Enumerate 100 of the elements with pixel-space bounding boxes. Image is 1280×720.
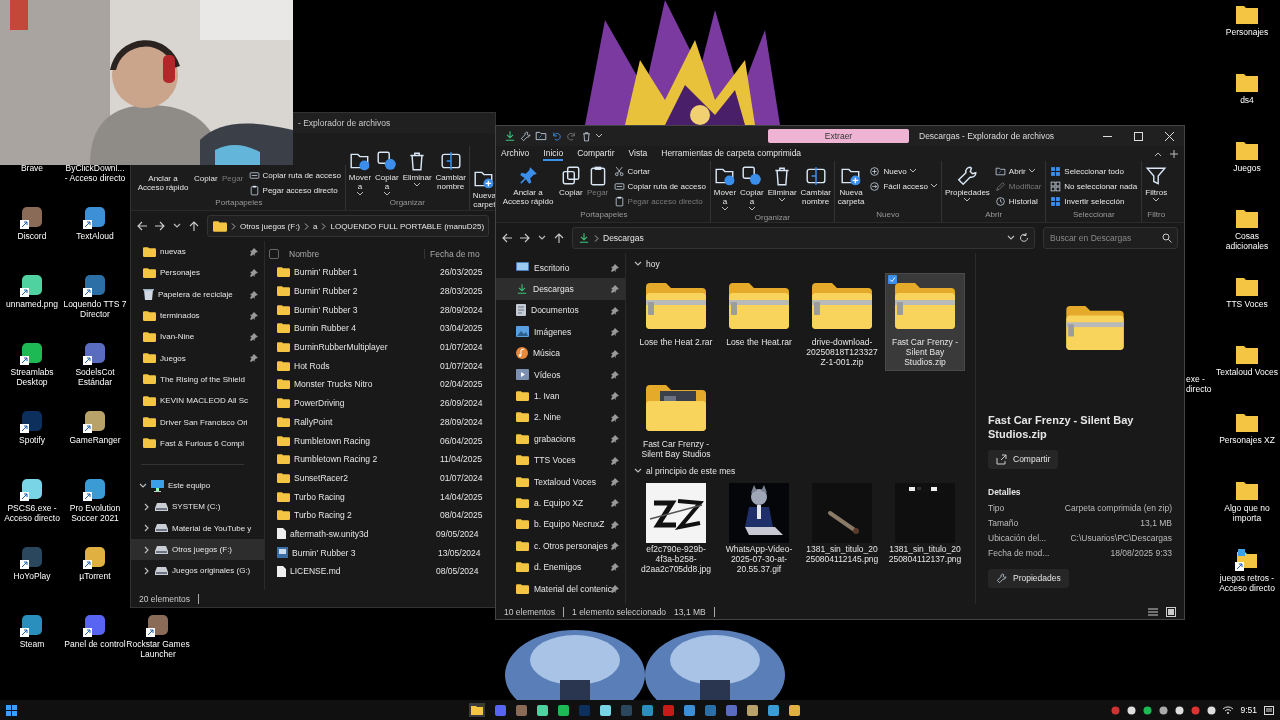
nav-item[interactable]: Ivan-Nine [131,326,264,348]
folder-icon[interactable] [1235,479,1259,501]
tree-item[interactable]: Juegos originales (G:) [131,560,264,582]
file-name[interactable]: Burnin' Rubber 3 [292,547,434,558]
app-shortcut-icon[interactable] [20,205,44,229]
pin-icon[interactable] [611,328,619,337]
ribbon-button[interactable]: Seleccionar todo [1048,164,1140,178]
app-shortcut-icon[interactable] [83,205,107,229]
chevron-down-icon[interactable] [634,260,642,268]
ribbon-button[interactable]: Copiar a [374,148,400,197]
file-name[interactable]: PowerDriving [294,398,436,409]
nav-item[interactable]: Juegos [131,347,264,369]
app-shortcut-icon[interactable] [20,409,44,433]
ribbon-button[interactable]: Copiar [558,164,584,199]
pin-icon[interactable] [611,370,619,379]
ribbon-button[interactable]: Eliminar [766,164,798,204]
folder-icon[interactable] [1235,275,1259,297]
file-item[interactable]: ef2c790e-929b-4f3a-b258-d2aa2c705dd8.jpg [636,479,716,578]
folder-icon[interactable] [1235,3,1259,25]
desktop-icon-label[interactable]: exe - directo [1186,374,1216,395]
ribbon-button[interactable]: Cambiar nombre [799,164,832,208]
nav-item[interactable]: Música [496,342,625,364]
nav-item[interactable]: a. Equipo XZ [496,492,625,514]
chevron-down-icon[interactable] [139,481,147,490]
desktop-icon-label[interactable]: PSCS6.exe - Acceso directo [0,503,64,524]
ribbon-button[interactable]: Filtros [1144,164,1169,204]
file-name[interactable]: Turbo Racing [294,491,436,502]
nav-item[interactable]: Imágenes [496,321,625,343]
nav-item[interactable]: Papelera de reciclaje [131,283,264,305]
pin-icon[interactable] [250,248,258,256]
pin-icon[interactable] [611,435,619,444]
tree-item[interactable]: SYSTEM (C:) [131,496,264,518]
nav-item[interactable]: Personajes [131,262,264,284]
desktop-icon-label[interactable]: SodelsCot Estándar [63,367,127,388]
folder-shortcut-icon[interactable] [1235,547,1259,571]
nav-item[interactable]: Documentos [496,299,625,322]
nav-item[interactable]: Driver San Francisco Ori [131,411,264,433]
app-shortcut-icon[interactable] [20,613,44,637]
chevron-right-icon[interactable] [143,502,151,511]
desktop-icon-label[interactable]: Textaloud Voces [1215,367,1279,378]
notification-icon[interactable] [1264,705,1274,715]
ribbon-button[interactable]: Cambiar nombre [434,148,467,192]
address-bar[interactable]: Descargas [572,227,1035,249]
file-name[interactable]: RallyPoint [294,416,436,427]
folder-icon[interactable] [1235,411,1259,433]
ribbon-button[interactable]: Cortar [611,164,708,178]
nav-item[interactable]: c. Otros personajes [496,535,625,557]
column-header[interactable]: Fecha de mo [424,248,480,259]
app-icon[interactable] [642,704,653,716]
nav-item[interactable]: Fast & Furious 6 Compl [131,432,264,454]
file-item[interactable]: 1381_sin_titulo_20250804112145.png [802,479,882,578]
tiles-view-icon[interactable] [1166,606,1176,617]
pin-icon[interactable] [250,290,258,299]
desktop-icon-label[interactable]: juegos retros - Acceso directo [1215,573,1279,594]
nav-item[interactable]: KEVIN MACLEOD All Sc [131,390,264,412]
app-icon[interactable] [537,704,548,716]
group-header[interactable]: hoy [634,257,969,271]
pin-icon[interactable] [611,413,619,422]
close-icon[interactable] [1165,131,1174,141]
pin-icon[interactable] [611,392,619,401]
pin-icon[interactable] [250,333,258,342]
app-shortcut-icon[interactable] [20,341,44,365]
app-shortcut-icon[interactable] [83,409,107,433]
nav-item[interactable]: The Rising of the Shield [131,368,264,391]
ribbon-button[interactable]: Nueva carpeta [836,164,866,208]
ribbon-button[interactable]: No seleccionar nada [1048,179,1140,193]
nav-item[interactable]: terminados [131,304,264,327]
file-name[interactable]: Burnin Rubber 4 [294,323,436,334]
file-item[interactable]: WhatsApp-Video-2025-07-30-at-20.55.37.gif [719,479,799,578]
nav-item[interactable]: TTS Voces [496,449,625,471]
desktop-icon-label[interactable]: GameRanger [63,435,127,446]
pin-icon[interactable] [611,264,619,272]
desktop-icon-label[interactable]: Rockstar Games Launcher [126,639,190,660]
file-name[interactable]: Burnin' Rubber 2 [294,286,436,297]
pin-icon[interactable] [611,584,619,593]
group-header[interactable]: al principio de este mes [634,463,969,478]
folder-icon[interactable] [1235,343,1259,365]
app-shortcut-icon[interactable] [83,273,107,297]
ribbon-button[interactable]: Abrir [992,164,1044,178]
nav-item[interactable]: Textaloud Voces [496,470,625,493]
nav-item[interactable]: Material del contenic [496,577,625,600]
desktop-icon-label[interactable]: Personajes XZ [1215,435,1279,446]
app-icon[interactable] [789,704,800,716]
desktop-icon-label[interactable]: ByClickDownl... - Acceso directo [63,163,127,184]
ribbon-button[interactable]: Anclar a Acceso rápido [135,168,191,194]
desktop-icon-label[interactable]: Cosas adicionales [1215,231,1279,252]
file-item[interactable]: Fast Car Frenzy - Silent Bay Studios.zip [885,273,965,371]
pin-icon[interactable] [611,520,619,529]
ribbon-button[interactable]: Historial [992,194,1044,208]
nav-item[interactable]: Escritorio [496,257,625,279]
checkbox-icon[interactable] [888,275,897,284]
ribbon-button[interactable]: Copiar ruta de acceso [611,179,708,193]
desktop-icon-label[interactable]: µTorrent [63,571,127,582]
desktop-icon-label[interactable]: TextAloud [63,231,127,242]
file-name[interactable]: Monster Trucks Nitro [294,379,436,390]
back-arrow-icon[interactable] [502,233,512,243]
pin-icon[interactable] [611,542,619,551]
app-shortcut-icon[interactable] [83,477,107,501]
pin-icon[interactable] [611,456,619,465]
pin-icon[interactable] [611,285,619,294]
